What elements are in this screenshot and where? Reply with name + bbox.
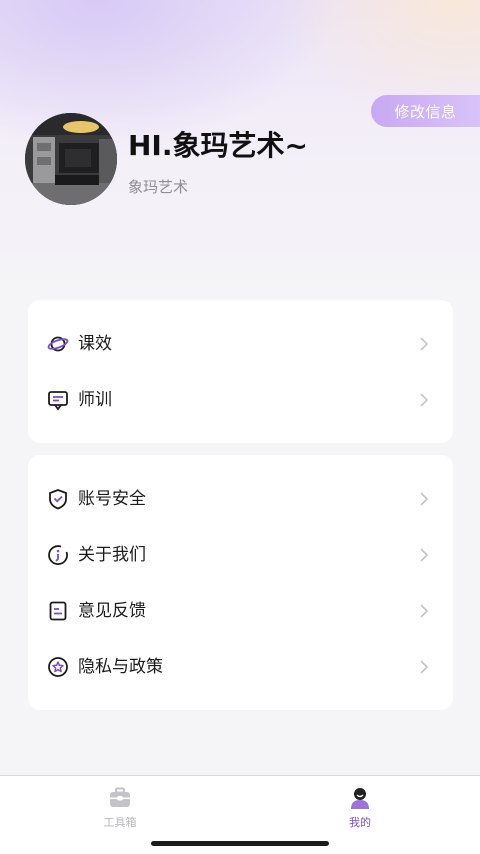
toolbox-icon: [110, 787, 130, 807]
planet-icon: [47, 336, 69, 352]
menu-item-label: 课效: [78, 334, 112, 354]
user-profile-icon: [351, 788, 369, 809]
menu-item-label: 关于我们: [78, 545, 146, 565]
menu-item-label: 意见反馈: [78, 601, 146, 621]
info-circle-icon: [48, 545, 68, 565]
privacy-star-icon: [48, 657, 68, 677]
chevron-right-icon: [420, 492, 429, 506]
tab-label: 我的: [349, 816, 371, 829]
home-indicator[interactable]: [151, 841, 329, 846]
chat-screen-icon: [48, 391, 68, 411]
feedback-note-icon: [49, 601, 67, 621]
user-subtitle: 象玛艺术: [128, 178, 189, 196]
menu-item-account-security[interactable]: 账号安全: [28, 471, 453, 527]
chevron-right-icon: [420, 393, 429, 407]
menu-item-label: 账号安全: [78, 489, 146, 509]
chevron-right-icon: [420, 337, 429, 351]
chevron-right-icon: [420, 548, 429, 562]
menu-item-feedback[interactable]: 意见反馈: [28, 583, 453, 639]
menu-item-teacher-training[interactable]: 师训: [28, 372, 453, 428]
avatar-photo: [25, 113, 117, 205]
chevron-right-icon: [420, 604, 429, 618]
menu-card-primary: 课效 师训: [28, 300, 453, 443]
menu-item-about-us[interactable]: 关于我们: [28, 527, 453, 583]
tab-toolbox[interactable]: 工具箱: [60, 776, 180, 836]
menu-item-privacy-policy[interactable]: 隐私与政策: [28, 639, 453, 695]
menu-item-course-effect[interactable]: 课效: [28, 316, 453, 372]
chevron-right-icon: [420, 660, 429, 674]
shield-check-icon: [49, 489, 67, 510]
menu-item-label: 隐私与政策: [78, 657, 163, 677]
edit-profile-button[interactable]: 修改信息: [371, 95, 480, 127]
avatar[interactable]: [25, 113, 117, 205]
tab-mine[interactable]: 我的: [300, 776, 420, 836]
menu-item-label: 师训: [78, 390, 112, 410]
user-greeting: HI.象玛艺术~: [128, 129, 308, 162]
menu-card-secondary: 账号安全 关于我们 意见反馈 隐私与政策: [28, 455, 453, 710]
tab-label: 工具箱: [103, 816, 137, 829]
